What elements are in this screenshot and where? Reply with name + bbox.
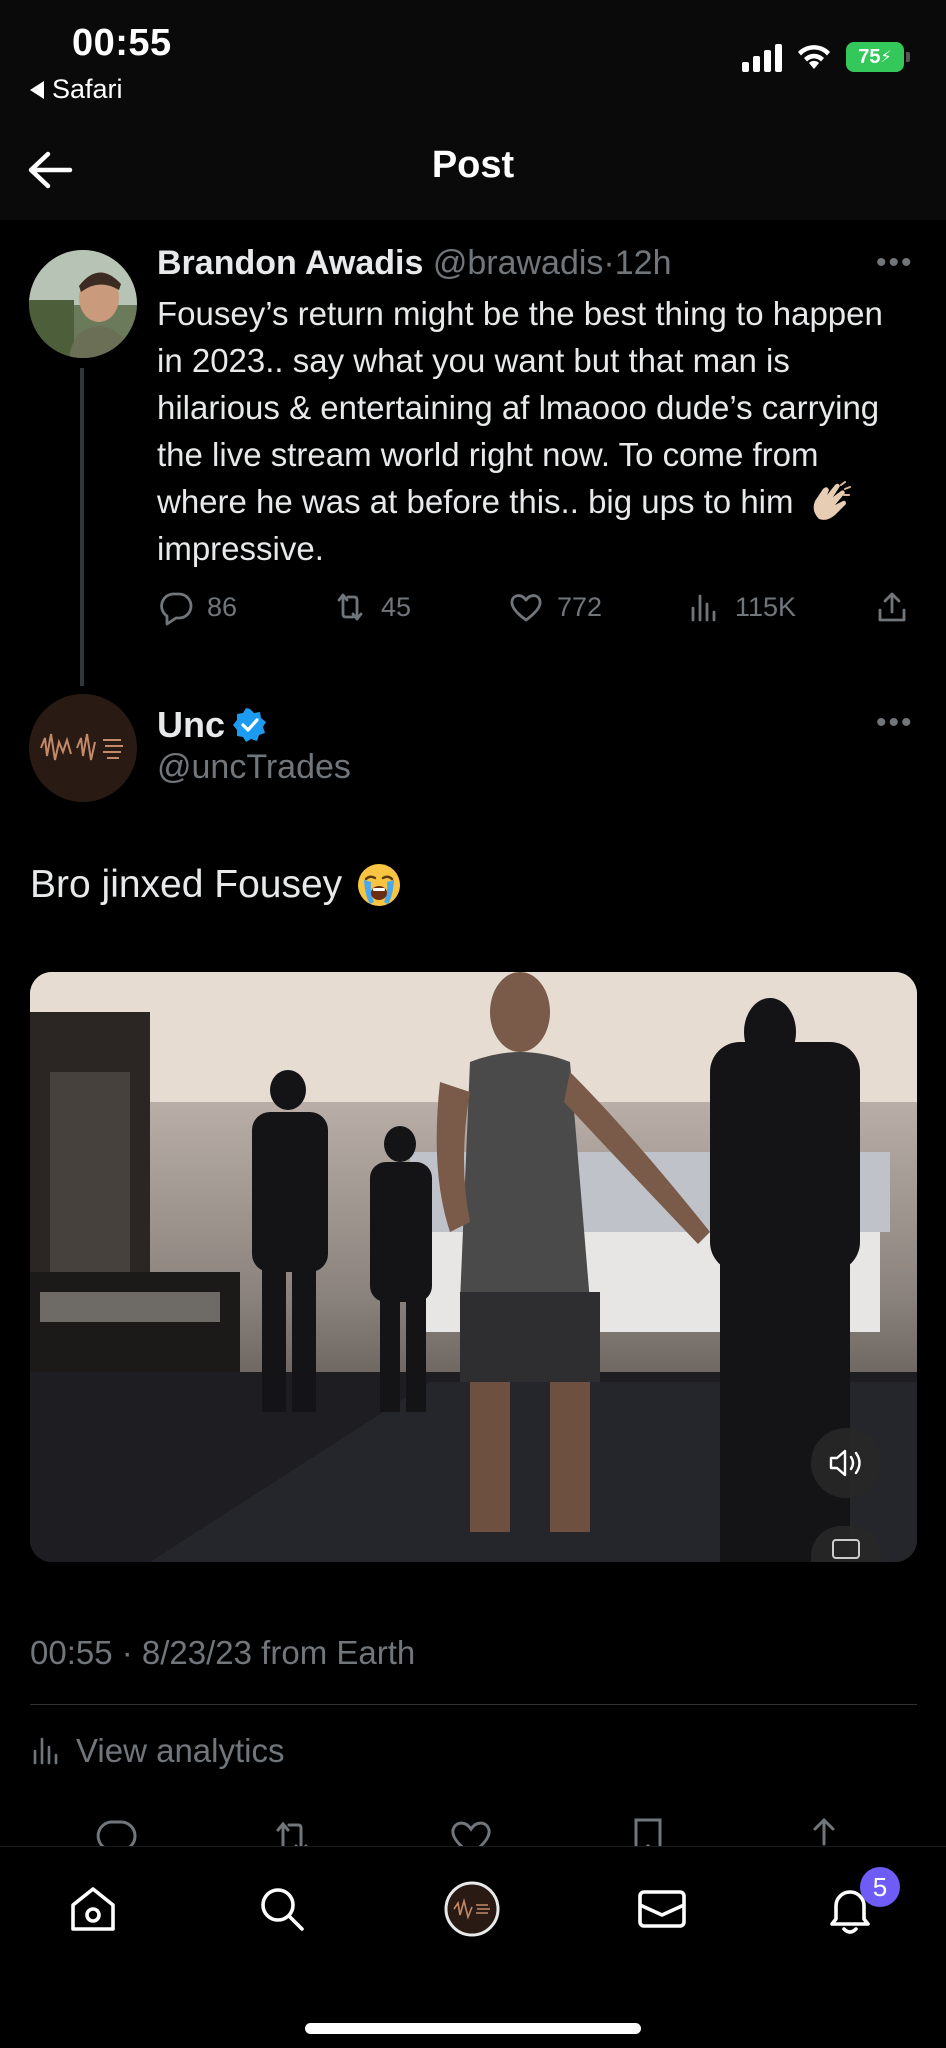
page-title: Post bbox=[431, 144, 515, 186]
back-to-safari-link[interactable]: Safari bbox=[30, 74, 123, 105]
view-analytics-link[interactable]: View analytics bbox=[30, 1732, 285, 1770]
back-app-label: Safari bbox=[52, 74, 123, 104]
author-handle[interactable]: @uncTrades bbox=[157, 748, 351, 787]
reply-icon bbox=[160, 592, 193, 626]
notification-badge: 5 bbox=[860, 1867, 900, 1907]
status-bar: 00:55 Safari 75 ⚡ bbox=[0, 0, 946, 120]
tweet-body-end: impressive. bbox=[157, 530, 324, 567]
tweet-body: Bro jinxed Fousey bbox=[30, 863, 343, 906]
parent-tweet-actions: 86 45 772 115K bbox=[157, 588, 917, 636]
video-player[interactable] bbox=[30, 972, 917, 1562]
divider bbox=[30, 1704, 917, 1705]
clapping-hands-emoji-icon bbox=[813, 481, 851, 520]
more-options-icon[interactable]: ••• bbox=[876, 706, 914, 740]
heart-icon bbox=[510, 594, 542, 622]
main-tweet-actions bbox=[0, 1806, 946, 1846]
repost-icon[interactable] bbox=[268, 1814, 316, 1846]
tweet-timestamp: 00:55 · 8/23/23 from Earth bbox=[30, 1634, 416, 1671]
tab-messages[interactable] bbox=[632, 1879, 692, 1939]
reply-button[interactable]: 86 bbox=[157, 588, 237, 626]
view-analytics-label: View analytics bbox=[76, 1732, 285, 1769]
home-indicator[interactable] bbox=[305, 2023, 641, 2034]
repost-button[interactable]: 45 bbox=[331, 588, 411, 626]
reply-count: 86 bbox=[207, 591, 238, 622]
tab-spaces[interactable] bbox=[442, 1879, 502, 1939]
search-icon bbox=[261, 1888, 304, 1931]
profile-avatar-icon bbox=[444, 1881, 500, 1937]
like-button[interactable]: 772 bbox=[507, 588, 602, 626]
battery-level: 75 bbox=[858, 45, 881, 68]
home-icon bbox=[71, 1887, 115, 1931]
author-handle[interactable]: @brawadis bbox=[433, 244, 604, 282]
share-icon[interactable] bbox=[800, 1814, 848, 1846]
tweet-time: 12h bbox=[614, 244, 672, 282]
thread-line bbox=[80, 368, 84, 686]
repost-count: 45 bbox=[381, 591, 412, 622]
top-nav: Post bbox=[0, 120, 946, 220]
more-options-icon[interactable]: ••• bbox=[876, 246, 914, 280]
back-triangle-icon bbox=[30, 80, 44, 99]
verified-badge-icon bbox=[233, 708, 267, 742]
tweet-body: Fousey’s return might be the best thing … bbox=[157, 295, 883, 520]
speaker-icon bbox=[829, 1449, 861, 1477]
separator: · bbox=[603, 244, 615, 282]
analytics-icon bbox=[33, 1737, 58, 1765]
tab-search[interactable] bbox=[252, 1879, 312, 1939]
author-name[interactable]: Brandon Awadis bbox=[157, 244, 423, 282]
author-name[interactable]: Unc bbox=[157, 704, 225, 746]
mail-icon bbox=[638, 1890, 686, 1928]
parent-tweet-text: Fousey’s return might be the best thing … bbox=[157, 290, 917, 572]
share-icon bbox=[878, 592, 906, 622]
tab-home[interactable] bbox=[63, 1879, 123, 1939]
wifi-icon bbox=[798, 45, 830, 69]
loudly-crying-face-emoji-icon bbox=[358, 864, 401, 906]
like-count: 772 bbox=[557, 591, 603, 622]
share-button[interactable] bbox=[873, 588, 911, 626]
bookmark-icon[interactable] bbox=[624, 1814, 672, 1846]
view-count: 115K bbox=[735, 591, 797, 622]
repost-icon bbox=[337, 593, 363, 621]
heart-icon[interactable] bbox=[447, 1814, 495, 1846]
parent-tweet-header: Brandon Awadis @brawadis·12h bbox=[157, 244, 671, 283]
reply-icon[interactable] bbox=[93, 1814, 141, 1846]
captions-icon bbox=[832, 1539, 860, 1559]
bottom-tab-bar: 5 bbox=[0, 1846, 946, 2048]
volume-button[interactable] bbox=[811, 1428, 881, 1498]
main-tweet-text: Bro jinxed Fousey bbox=[30, 862, 402, 908]
status-time: 00:55 bbox=[72, 22, 172, 64]
video-thumbnail bbox=[30, 972, 917, 1562]
status-icons: 75 ⚡ bbox=[742, 42, 910, 72]
analytics-icon bbox=[691, 594, 716, 622]
battery-icon: 75 ⚡ bbox=[846, 42, 910, 72]
cellular-signal-icon bbox=[742, 42, 782, 72]
main-tweet-author[interactable]: Unc bbox=[157, 704, 267, 746]
avatar[interactable] bbox=[29, 250, 137, 358]
views-button[interactable]: 115K bbox=[685, 588, 796, 626]
avatar[interactable] bbox=[29, 694, 137, 802]
